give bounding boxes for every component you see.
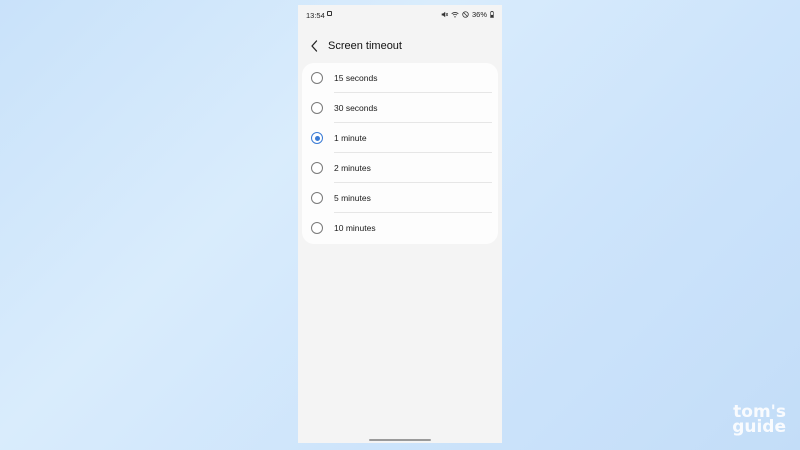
radio-button[interactable] — [311, 102, 323, 114]
phone-screen: 13:54 36% Screen timeout 15 seconds 30 s… — [298, 5, 502, 443]
status-time: 13:54 — [306, 11, 325, 20]
battery-icon — [490, 11, 494, 18]
do-not-disturb-icon — [462, 11, 469, 18]
gallery-icon — [327, 11, 332, 16]
back-button[interactable] — [308, 38, 322, 54]
battery-percent: 36% — [471, 10, 487, 19]
option-label: 15 seconds — [334, 73, 378, 83]
toms-guide-logo: tom's guide — [702, 404, 786, 441]
status-icons: 36% — [441, 10, 494, 19]
logo-line-2: guide — [732, 417, 786, 437]
radio-button[interactable] — [311, 132, 323, 144]
option-1-minute[interactable]: 1 minute — [302, 123, 498, 153]
home-indicator[interactable] — [369, 439, 431, 441]
back-arrow-icon — [311, 40, 318, 52]
option-15-seconds[interactable]: 15 seconds — [302, 63, 498, 93]
option-5-minutes[interactable]: 5 minutes — [302, 183, 498, 213]
header: Screen timeout — [298, 35, 502, 59]
radio-button[interactable] — [311, 222, 323, 234]
wifi-icon — [451, 12, 459, 18]
radio-button[interactable] — [311, 162, 323, 174]
option-30-seconds[interactable]: 30 seconds — [302, 93, 498, 123]
timeout-options-list: 15 seconds 30 seconds 1 minute 2 minutes… — [302, 63, 498, 244]
option-label: 1 minute — [334, 133, 367, 143]
option-2-minutes[interactable]: 2 minutes — [302, 153, 498, 183]
option-label: 10 minutes — [334, 223, 376, 233]
option-label: 30 seconds — [334, 103, 378, 113]
radio-button[interactable] — [311, 192, 323, 204]
option-label: 2 minutes — [334, 163, 371, 173]
page-title: Screen timeout — [328, 40, 402, 52]
option-10-minutes[interactable]: 10 minutes — [302, 213, 498, 243]
radio-button[interactable] — [311, 72, 323, 84]
radio-dot — [314, 135, 320, 141]
option-label: 5 minutes — [334, 193, 371, 203]
mute-icon — [441, 11, 448, 18]
status-bar: 13:54 36% — [298, 5, 502, 25]
